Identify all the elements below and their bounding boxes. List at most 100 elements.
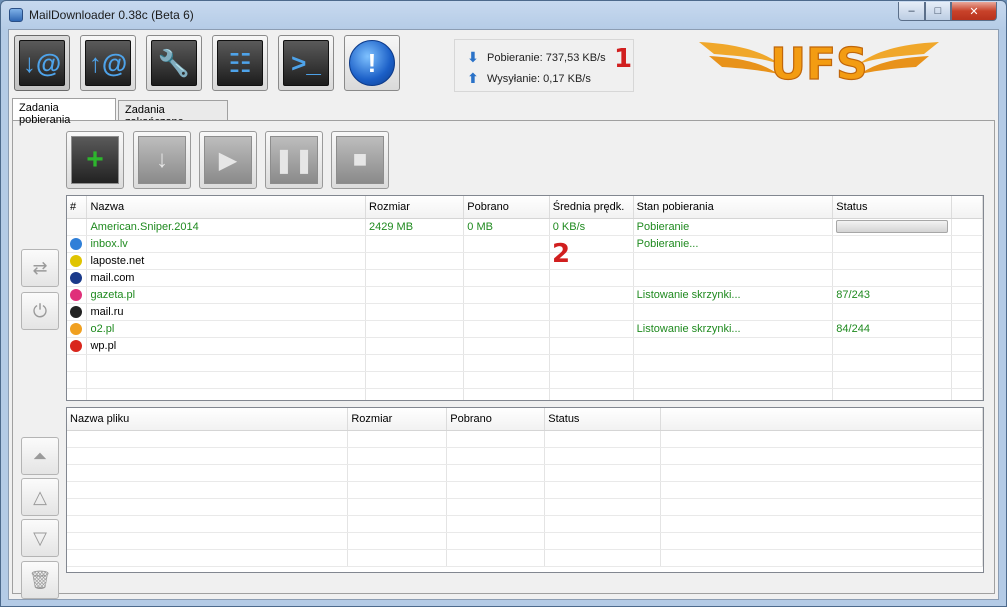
empty-cell bbox=[67, 371, 88, 389]
table-row[interactable]: gazeta.pl Listowanie skrzynki... 87/243 bbox=[67, 286, 983, 304]
service-icon bbox=[70, 322, 82, 335]
table-row[interactable]: American.Sniper.2014 2429 MB 0 MB 0 KB/s Pob… bbox=[67, 218, 983, 236]
tasks-column-header[interactable]: Rozmiar bbox=[365, 196, 465, 219]
swap-button[interactable]: ⇄ bbox=[21, 249, 59, 287]
title-bar[interactable]: MailDownloader 0.38c (Beta 6) – □ ✕ bbox=[1, 1, 1006, 29]
annotation-marker-1: 1 bbox=[614, 44, 633, 74]
files-column-header[interactable]: Rozmiar bbox=[347, 408, 448, 431]
cell-state bbox=[633, 269, 834, 287]
service-icon bbox=[70, 237, 82, 250]
tasks-column-header[interactable]: # bbox=[67, 196, 88, 219]
cell-downloaded bbox=[463, 286, 550, 304]
ufs-logo: UFS bbox=[694, 34, 944, 92]
cell-status bbox=[832, 303, 953, 321]
tasks-column-header[interactable]: Pobrano bbox=[463, 196, 550, 219]
empty-cell bbox=[549, 371, 634, 389]
sliders-button[interactable]: ☷ bbox=[212, 35, 268, 91]
empty-cell bbox=[660, 447, 983, 465]
tasks-column-header[interactable]: Nazwa bbox=[86, 196, 367, 219]
download-progress-bar bbox=[836, 220, 949, 233]
tasks-column-header[interactable]: Status bbox=[832, 196, 953, 219]
cell-speed bbox=[549, 320, 634, 338]
tasks-table[interactable]: # Nazwa Rozmiar Pobrano Średnia prędk. Stan p… bbox=[66, 195, 984, 401]
upload-speed: Wysyłanie: 0,17 KB/s bbox=[487, 72, 591, 85]
empty-cell bbox=[832, 354, 953, 372]
cell-size bbox=[365, 235, 465, 253]
tasks-column-header[interactable]: Stan pobierania bbox=[633, 196, 834, 219]
cell-filler bbox=[951, 218, 983, 236]
cell-size bbox=[365, 303, 465, 321]
move-down-button[interactable]: ▽ bbox=[21, 519, 59, 557]
cell-name: mail.com bbox=[86, 269, 367, 287]
table-row[interactable]: wp.pl bbox=[67, 337, 983, 355]
cell-filler bbox=[951, 269, 983, 287]
pause-button[interactable]: ❚❚ bbox=[265, 131, 323, 189]
trash-icon: 🗑 bbox=[28, 569, 52, 590]
files-grid: Nazwa pliku Rozmiar Pobrano Status bbox=[67, 408, 983, 567]
empty-cell bbox=[67, 447, 349, 465]
empty-cell bbox=[544, 549, 662, 567]
empty-cell bbox=[549, 388, 634, 400]
cell-speed bbox=[549, 303, 634, 321]
annotation-marker-2: 2 bbox=[552, 239, 571, 269]
cell-size bbox=[365, 337, 465, 355]
move-up-button[interactable]: △ bbox=[21, 478, 59, 516]
files-column-filler bbox=[660, 408, 983, 431]
table-row[interactable]: mail.ru bbox=[67, 303, 983, 321]
table-row[interactable]: o2.pl Listowanie skrzynki... 84/244 bbox=[67, 320, 983, 338]
trash-button[interactable]: 🗑 bbox=[21, 561, 59, 599]
add-task-button[interactable]: + bbox=[66, 131, 124, 189]
files-column-header[interactable]: Nazwa pliku bbox=[67, 408, 349, 431]
maximize-button[interactable]: □ bbox=[925, 2, 951, 21]
cell-filler bbox=[951, 235, 983, 253]
power-button[interactable]: ⏻ bbox=[21, 292, 59, 330]
table-row[interactable]: mail.com bbox=[67, 269, 983, 287]
tab-download-tasks[interactable]: Zadania pobierania bbox=[12, 98, 116, 126]
empty-cell bbox=[67, 532, 349, 550]
table-row[interactable]: laposte.net bbox=[67, 252, 983, 270]
tasks-column-header[interactable]: Średnia prędk. bbox=[549, 196, 634, 219]
download-tasks-panel: + ↓ ▶ ❚❚ ■ ⇄ ⏻ ⏶ △ ▽ 🗑 # Nazwa Rozmiar Pobrano Średn… bbox=[12, 120, 995, 599]
speed-panel: ⬇ Pobieranie: 737,53 KB/s ⬆ Wysyłanie: 0… bbox=[454, 39, 634, 92]
files-column-header[interactable]: Status bbox=[544, 408, 662, 431]
play-button[interactable]: ▶ bbox=[199, 131, 257, 189]
empty-cell bbox=[347, 549, 448, 567]
table-row[interactable]: inbox.lv Pobieranie... bbox=[67, 235, 983, 253]
empty-row bbox=[67, 515, 983, 533]
empty-row bbox=[67, 481, 983, 499]
cell-downloaded bbox=[463, 235, 550, 253]
row-icon-cell bbox=[67, 320, 88, 338]
close-button[interactable]: ✕ bbox=[951, 2, 997, 21]
empty-row bbox=[67, 388, 983, 400]
files-table[interactable]: Nazwa pliku Rozmiar Pobrano Status bbox=[66, 407, 984, 573]
cell-filler bbox=[951, 337, 983, 355]
download-button[interactable]: ↓ bbox=[133, 131, 191, 189]
empty-row bbox=[67, 354, 983, 372]
minimize-button[interactable]: – bbox=[898, 2, 925, 21]
move-top-button[interactable]: ⏶ bbox=[21, 437, 59, 475]
empty-cell bbox=[660, 549, 983, 567]
cell-filler bbox=[951, 303, 983, 321]
cell-speed bbox=[549, 286, 634, 304]
stop-button[interactable]: ■ bbox=[331, 131, 389, 189]
cell-name: gazeta.pl bbox=[86, 286, 367, 304]
console-button[interactable]: >_ bbox=[278, 35, 334, 91]
client-area: ↓@ ↑@ 🔧 ☷ >_! ⬇ Pobieranie: 737,53 KB/s ⬆ Wy… bbox=[8, 29, 999, 600]
info-button[interactable]: ! bbox=[344, 35, 400, 91]
service-icon bbox=[70, 271, 82, 284]
tab-completed-tasks[interactable]: Zadania zakończone bbox=[118, 100, 228, 128]
empty-cell bbox=[446, 549, 546, 567]
empty-row bbox=[67, 371, 983, 389]
cell-speed bbox=[549, 337, 634, 355]
download-mail-button[interactable]: ↓@ bbox=[14, 35, 70, 91]
empty-cell bbox=[365, 371, 465, 389]
info-icon: ! bbox=[349, 40, 395, 86]
upload-mail-button[interactable]: ↑@ bbox=[80, 35, 136, 91]
wrench-button[interactable]: 🔧 bbox=[146, 35, 202, 91]
download-mail-icon: ↓@ bbox=[19, 40, 65, 86]
files-column-header[interactable]: Pobrano bbox=[446, 408, 546, 431]
sliders-icon: ☷ bbox=[217, 40, 263, 86]
cell-size bbox=[365, 269, 465, 287]
tasks-header-row: # Nazwa Rozmiar Pobrano Średnia prędk. Stan p… bbox=[67, 196, 983, 219]
empty-cell bbox=[446, 481, 546, 499]
